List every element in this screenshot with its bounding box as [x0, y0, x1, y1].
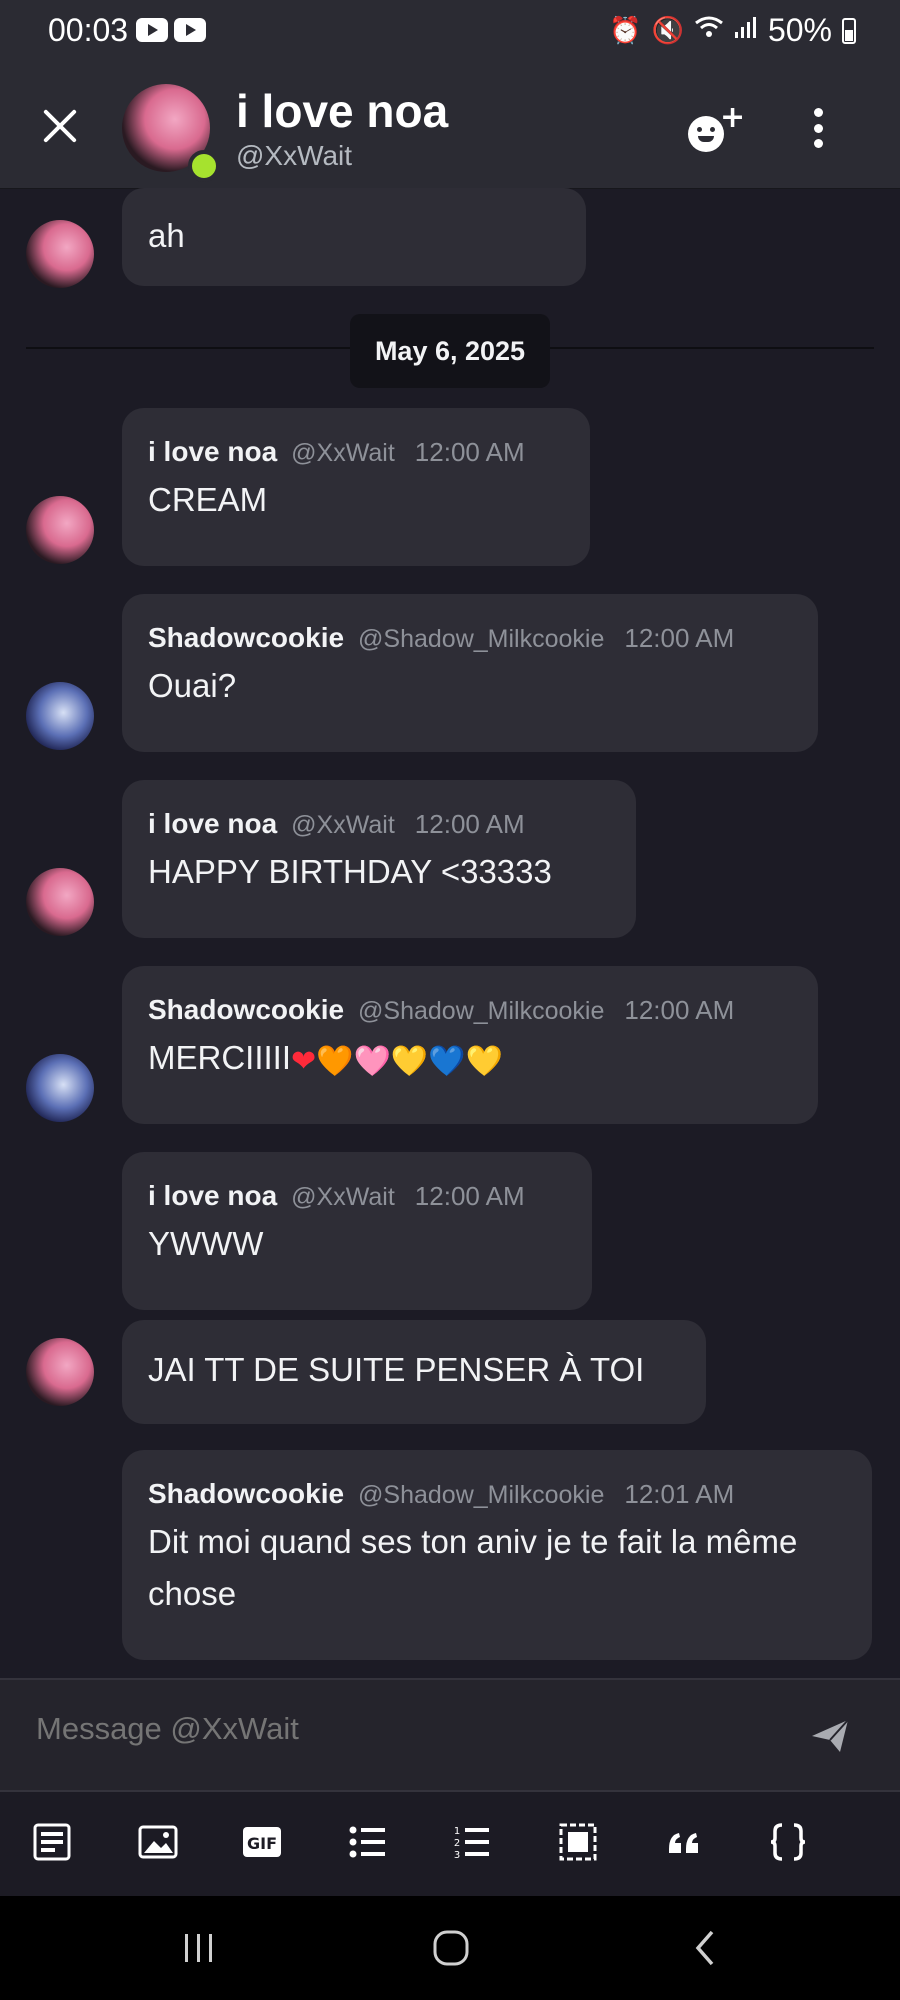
message-bubble[interactable]: i love noa @XxWait 12:00 AM CREAM [122, 408, 590, 566]
plus-icon: + [720, 100, 746, 135]
more-options-icon[interactable] [810, 108, 826, 148]
header-handle: @XxWait [236, 140, 353, 171]
svg-text:GIF: GIF [247, 1834, 277, 1853]
youtube-icon [136, 18, 168, 42]
author-handle: @Shadow_Milkcookie [358, 997, 605, 1025]
avatar[interactable] [26, 868, 94, 936]
heart-emoji: 💛 [390, 1045, 429, 1078]
svg-text:1: 1 [454, 1826, 460, 1837]
status-indicators: ⏰ 🔇 50% [609, 12, 856, 49]
youtube-icon [174, 18, 206, 42]
avatar[interactable] [26, 1338, 94, 1406]
recent-apps-icon[interactable] [174, 1926, 224, 1970]
heart-emoji: ❤ [291, 1045, 317, 1078]
author-name[interactable]: Shadowcookie [148, 994, 344, 1026]
avatar[interactable] [26, 496, 94, 564]
add-friend-icon[interactable]: + [688, 100, 745, 152]
timestamp: 12:00 AM [624, 995, 735, 1025]
message-text: Dit moi quand ses ton aniv je te fait la… [148, 1523, 798, 1612]
message-text: CREAM [148, 481, 268, 518]
timestamp: 12:01 AM [624, 1479, 735, 1509]
send-icon[interactable] [810, 1718, 850, 1754]
battery-level: 50% [767, 12, 832, 48]
message-input[interactable] [34, 1710, 738, 1748]
heart-emoji: 💛 [465, 1045, 503, 1078]
top-bar: 00:03 ⏰ 🔇 50% i love noa @XxWait + [0, 0, 900, 189]
author-name[interactable]: i love noa [148, 808, 277, 840]
svg-text:2: 2 [454, 1838, 460, 1849]
notification-icons [136, 18, 206, 42]
mute-icon: 🔇 [651, 15, 684, 46]
author-name[interactable]: i love noa [148, 436, 277, 468]
message-bubble[interactable]: i love noa @XxWait 12:00 AM YWWW [122, 1152, 592, 1310]
message-text: YWWW [148, 1225, 264, 1262]
author-handle: @Shadow_Milkcookie [358, 625, 605, 653]
message-text: MERCIIIII❤🧡🩷💛💙💛 [148, 1032, 792, 1084]
message-text: Ouai? [148, 667, 237, 704]
heart-emoji: 💙 [428, 1045, 466, 1078]
message-text: HAPPY BIRTHDAY <33333 [148, 853, 552, 890]
smiley-icon [688, 116, 724, 152]
wifi-icon [694, 15, 724, 46]
formatting-toolbar: GIF 123 [0, 1790, 900, 1898]
message-header: i love noa @XxWait 12:00 AM [148, 808, 610, 840]
author-handle: @XxWait [291, 1183, 395, 1211]
signal-icon [734, 15, 758, 46]
message-bubble[interactable]: i love noa @XxWait 12:00 AM HAPPY BIRTHD… [122, 780, 636, 938]
home-icon[interactable] [426, 1926, 476, 1970]
author-handle: @Shadow_Milkcookie [358, 1481, 605, 1509]
system-navigation-bar [0, 1896, 900, 2000]
image-icon[interactable] [136, 1820, 180, 1864]
message-composer [0, 1678, 900, 1792]
message-bubble[interactable]: Shadowcookie @Shadow_Milkcookie 12:00 AM… [122, 966, 818, 1124]
online-status-indicator [188, 150, 220, 182]
timestamp: 12:00 AM [414, 437, 525, 467]
heart-emoji: 🩷 [353, 1045, 391, 1078]
message-text: ah [148, 217, 185, 254]
message-bubble[interactable]: Shadowcookie @Shadow_Milkcookie 12:00 AM… [122, 594, 818, 752]
page-title[interactable]: i love noa [236, 84, 448, 138]
message-header: Shadowcookie @Shadow_Milkcookie 12:00 AM [148, 622, 792, 654]
gif-icon[interactable]: GIF [240, 1820, 284, 1864]
code-block-icon[interactable] [766, 1820, 810, 1864]
author-name[interactable]: Shadowcookie [148, 1478, 344, 1510]
avatar[interactable] [26, 1054, 94, 1122]
timestamp: 12:00 AM [414, 809, 525, 839]
date-divider: May 6, 2025 [350, 314, 550, 388]
quote-icon[interactable] [662, 1820, 706, 1864]
emoji-row: ❤🧡🩷💛💙💛 [291, 1039, 503, 1078]
avatar[interactable] [26, 220, 94, 288]
message-text-content: MERCIIIII [148, 1039, 292, 1076]
message-text: JAI TT DE SUITE PENSER À TOI [148, 1351, 645, 1388]
avatar[interactable] [26, 682, 94, 750]
author-name[interactable]: Shadowcookie [148, 622, 344, 654]
alarm-icon: ⏰ [609, 15, 642, 46]
spoiler-icon[interactable] [556, 1820, 600, 1864]
close-icon[interactable] [38, 104, 82, 148]
timestamp: 12:00 AM [414, 1181, 525, 1211]
message-header: Shadowcookie @Shadow_Milkcookie 12:00 AM [148, 994, 792, 1026]
author-name[interactable]: i love noa [148, 1180, 277, 1212]
heart-emoji: 🧡 [316, 1045, 354, 1078]
message-bubble[interactable]: ah [122, 188, 586, 286]
message-header: Shadowcookie @Shadow_Milkcookie 12:01 AM [148, 1478, 846, 1510]
message-bubble[interactable]: Shadowcookie @Shadow_Milkcookie 12:01 AM… [122, 1450, 872, 1660]
bulleted-list-icon[interactable] [346, 1820, 390, 1864]
svg-text:3: 3 [454, 1850, 460, 1860]
author-handle: @XxWait [291, 811, 395, 839]
message-header: i love noa @XxWait 12:00 AM [148, 436, 564, 468]
status-time: 00:03 [48, 12, 129, 48]
timestamp: 12:00 AM [624, 623, 735, 653]
message-bubble[interactable]: JAI TT DE SUITE PENSER À TOI [122, 1320, 706, 1424]
numbered-list-icon[interactable]: 123 [450, 1820, 494, 1864]
message-header: i love noa @XxWait 12:00 AM [148, 1180, 566, 1212]
text-format-icon[interactable] [30, 1820, 74, 1864]
back-icon[interactable] [680, 1926, 730, 1970]
author-handle: @XxWait [291, 439, 395, 467]
battery-icon [842, 17, 856, 44]
